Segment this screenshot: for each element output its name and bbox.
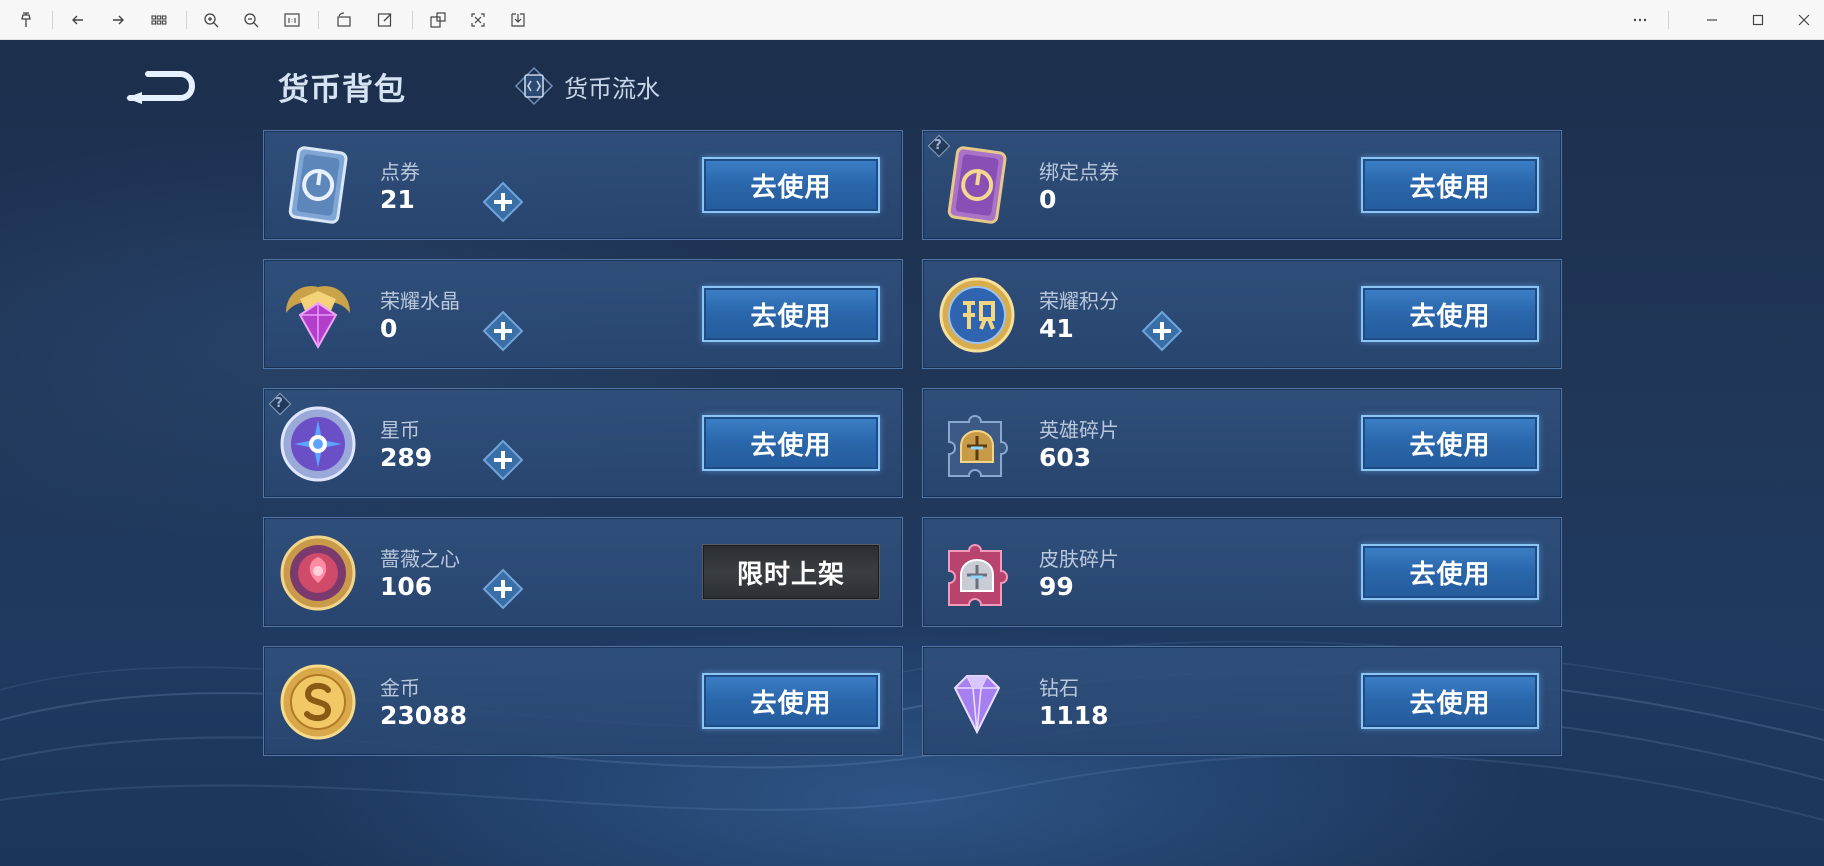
- currency-name: 英雄碎片: [1039, 418, 1119, 442]
- save-icon[interactable]: [504, 6, 532, 34]
- add-star-coin-button[interactable]: [482, 439, 524, 481]
- use-hero-fragment-button[interactable]: 去使用: [1361, 415, 1539, 471]
- currency-name: 皮肤碎片: [1039, 547, 1119, 571]
- maximize-icon[interactable]: [1744, 6, 1772, 34]
- use-gold-coin-button[interactable]: 去使用: [702, 673, 880, 729]
- currency-flow-label: 货币流水: [564, 74, 660, 103]
- currency-card-rose-heart: 蔷薇之心 106 限时上架: [263, 517, 903, 627]
- pin-icon[interactable]: [12, 6, 40, 34]
- currency-amount: 1118: [1039, 701, 1109, 730]
- more-icon[interactable]: [1626, 6, 1654, 34]
- hero-fragment-icon: [948, 415, 1008, 477]
- currency-card-coupon: 点券 21 去使用: [263, 130, 903, 240]
- currency-name: 荣耀积分: [1039, 289, 1119, 313]
- currency-amount: 41: [1039, 314, 1074, 343]
- currency-flow-icon: [514, 66, 554, 106]
- zoom-in-icon[interactable]: [197, 6, 225, 34]
- currency-name: 绑定点券: [1039, 160, 1119, 184]
- rotate-icon[interactable]: [330, 6, 358, 34]
- currency-card-star-coin: ? 星币 289 去使用: [263, 388, 903, 498]
- currency-name: 蔷薇之心: [380, 547, 460, 571]
- use-glory-crystal-button[interactable]: 去使用: [702, 286, 880, 342]
- currency-flow-tab[interactable]: 货币流水: [514, 66, 660, 106]
- limited-time-button[interactable]: 限时上架: [702, 544, 880, 600]
- add-rose-heart-button[interactable]: [482, 568, 524, 610]
- zoom-out-icon[interactable]: [237, 6, 265, 34]
- rose-heart-icon: [280, 535, 356, 611]
- actual-size-icon[interactable]: [278, 6, 306, 34]
- gold-coin-icon: [280, 664, 356, 740]
- currency-card-glory-crystal: 荣耀水晶 0 去使用: [263, 259, 903, 369]
- currency-amount: 0: [380, 314, 398, 343]
- currency-card-skin-fragment: 皮肤碎片 99 去使用: [922, 517, 1562, 627]
- page-title: 货币背包: [278, 72, 406, 108]
- arrow-right-icon[interactable]: [104, 6, 132, 34]
- glory-crystal-icon: [286, 286, 350, 350]
- currency-card-hero-fragment: 英雄碎片 603 去使用: [922, 388, 1562, 498]
- minimize-icon[interactable]: [1698, 6, 1726, 34]
- currency-name: 金币: [380, 676, 420, 700]
- currency-name: 钻石: [1039, 676, 1079, 700]
- skin-fragment-icon: [948, 544, 1008, 606]
- game-screen: 货币背包 货币流水 点券 21 去使用 荣耀水晶 0 去使用 ? 星币 289 …: [0, 40, 1824, 866]
- currency-name: 荣耀水晶: [380, 289, 460, 313]
- currency-card-bound-coupon: ? 绑定点券 0 去使用: [922, 130, 1562, 240]
- use-star-coin-button[interactable]: 去使用: [702, 415, 880, 471]
- bound-coupon-icon: [947, 146, 1007, 224]
- currency-amount: 99: [1039, 572, 1074, 601]
- use-skin-fragment-button[interactable]: 去使用: [1361, 544, 1539, 600]
- add-coupon-button[interactable]: [482, 181, 524, 223]
- use-glory-points-button[interactable]: 去使用: [1361, 286, 1539, 342]
- currency-amount: 603: [1039, 443, 1092, 472]
- currency-amount: 289: [380, 443, 433, 472]
- currency-card-gold-coin: 金币 23088 去使用: [263, 646, 903, 756]
- crop-icon[interactable]: [464, 6, 492, 34]
- currency-amount: 23088: [380, 701, 467, 730]
- grid-icon[interactable]: [145, 6, 173, 34]
- arrow-left-icon[interactable]: [64, 6, 92, 34]
- back-button[interactable]: [122, 66, 198, 110]
- currency-card-diamond: 钻石 1118 去使用: [922, 646, 1562, 756]
- add-glory-points-button[interactable]: [1141, 310, 1183, 352]
- use-coupon-button[interactable]: 去使用: [702, 157, 880, 213]
- currency-name: 星币: [380, 418, 420, 442]
- close-icon[interactable]: [1790, 6, 1818, 34]
- edit-icon[interactable]: [371, 6, 399, 34]
- glory-points-icon: [939, 277, 1015, 353]
- coupon-icon: [288, 146, 348, 224]
- diamond-icon: [953, 675, 1001, 735]
- currency-name: 点券: [380, 160, 420, 184]
- currency-amount: 0: [1039, 185, 1057, 214]
- add-glory-crystal-button[interactable]: [482, 310, 524, 352]
- viewer-toolbar: [0, 0, 1824, 40]
- currency-amount: 21: [380, 185, 415, 214]
- currency-amount: 106: [380, 572, 433, 601]
- screenshot-icon[interactable]: [424, 6, 452, 34]
- star-coin-icon: [280, 406, 356, 482]
- use-bound-coupon-button[interactable]: 去使用: [1361, 157, 1539, 213]
- use-diamond-button[interactable]: 去使用: [1361, 673, 1539, 729]
- currency-card-glory-points: 荣耀积分 41 去使用: [922, 259, 1562, 369]
